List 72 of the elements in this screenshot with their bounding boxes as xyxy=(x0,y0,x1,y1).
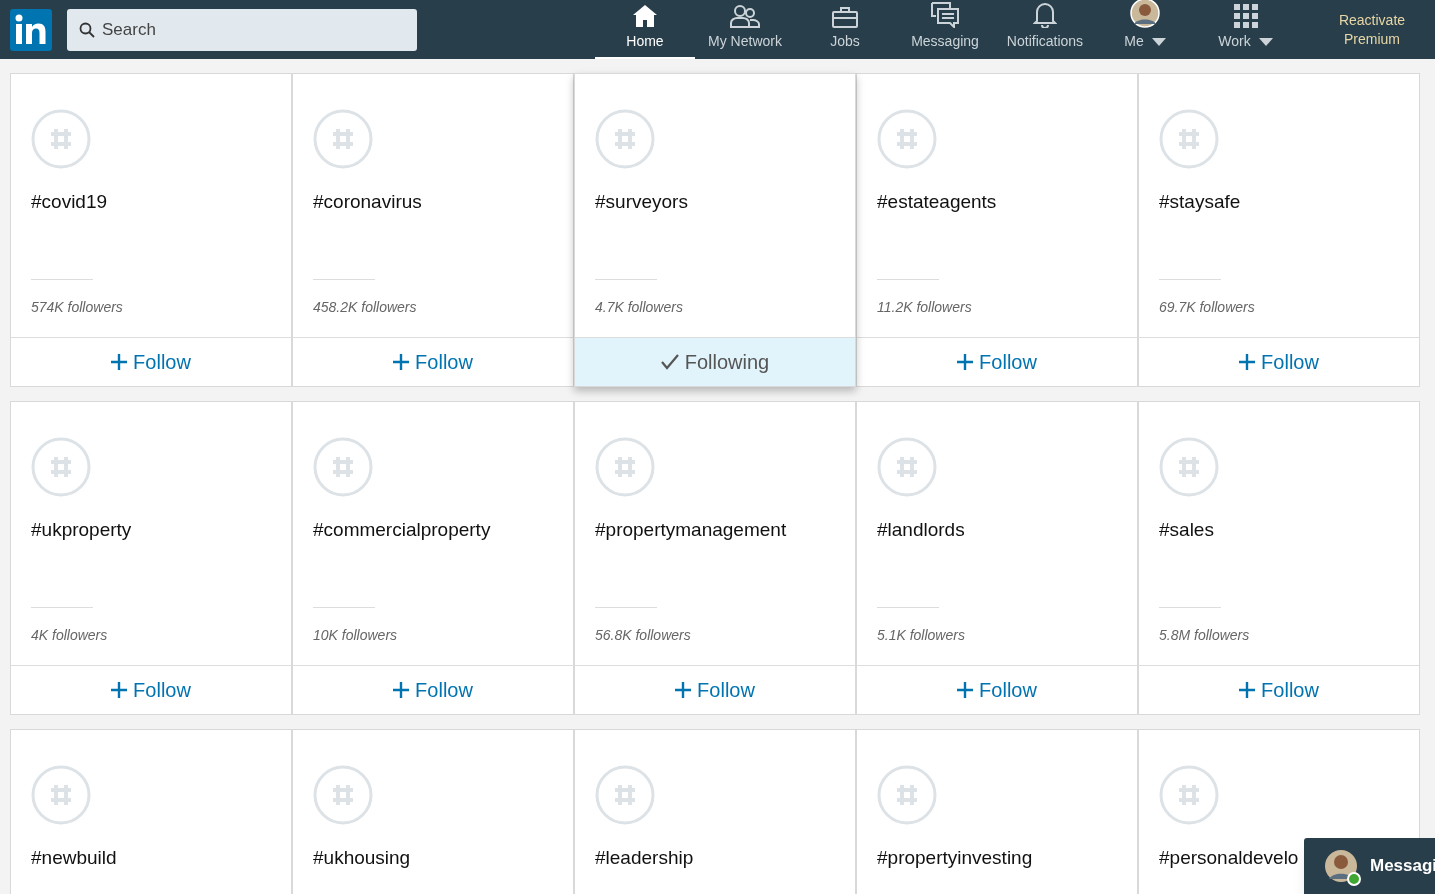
messaging-bar[interactable]: Messagi xyxy=(1304,838,1435,894)
follower-count: 5.8M followers xyxy=(1159,625,1250,645)
follower-count: 458.2K followers xyxy=(313,297,417,317)
search-icon xyxy=(79,21,95,38)
nav-tab[interactable]: Messaging xyxy=(895,0,995,59)
plus-icon xyxy=(393,354,410,370)
plus-icon xyxy=(1239,354,1256,370)
follower-count: 4K followers xyxy=(31,625,108,645)
hashtag-title[interactable]: #personaldevelo xyxy=(1159,844,1299,873)
hashtag-icon xyxy=(31,109,91,169)
hashtag-icon xyxy=(595,765,655,825)
hashtag-title[interactable]: #sales xyxy=(1159,516,1214,545)
avatar-icon xyxy=(1130,0,1160,28)
hashtag-icon xyxy=(1159,109,1219,169)
messaging-label: Messagi xyxy=(1370,855,1435,878)
people-icon xyxy=(730,4,760,28)
nav-tab[interactable]: Home xyxy=(595,0,695,59)
plus-icon xyxy=(111,354,128,370)
briefcase-icon xyxy=(832,6,858,28)
reactivate-premium-link[interactable]: Reactivate Premium xyxy=(1317,10,1427,49)
hashtag-title[interactable]: #staysafe xyxy=(1159,188,1241,217)
follower-count: 56.8K followers xyxy=(595,625,691,645)
search-field[interactable]: Search xyxy=(67,8,417,51)
plus-icon xyxy=(957,354,974,370)
hashtag-icon xyxy=(595,437,655,497)
hashtag-title[interactable]: #leadership xyxy=(595,844,694,873)
nav-tab[interactable]: Me xyxy=(1095,0,1195,59)
hashtag-icon xyxy=(877,109,937,169)
hashtag-icon xyxy=(1159,437,1219,497)
nav-tab[interactable]: Jobs xyxy=(795,0,895,59)
avatar-icon xyxy=(1324,849,1358,883)
hashtag-title[interactable]: #coronavirus xyxy=(313,188,422,217)
plus-icon xyxy=(1239,682,1256,698)
follower-count: 4.7K followers xyxy=(595,297,683,317)
plus-icon xyxy=(393,682,410,698)
nav-tab[interactable]: Notifications xyxy=(995,0,1095,59)
hashtag-icon xyxy=(595,109,655,169)
chat-icon xyxy=(931,2,959,28)
hashtag-title[interactable]: #propertyinvesting xyxy=(877,844,1033,873)
hashtag-title[interactable]: #commercialproperty xyxy=(313,516,491,545)
hashtag-title[interactable]: #ukhousing xyxy=(313,844,411,873)
hashtag-icon xyxy=(1159,765,1219,825)
nav-tab[interactable]: My Network xyxy=(695,0,795,59)
check-icon xyxy=(660,354,679,370)
follower-count: 574K followers xyxy=(31,297,123,317)
hashtag-title[interactable]: #landlords xyxy=(877,516,965,545)
hashtag-title[interactable]: #propertymanagement xyxy=(595,516,787,545)
bell-icon xyxy=(1033,2,1057,28)
hashtag-icon xyxy=(31,437,91,497)
apps-grid-icon xyxy=(1233,4,1258,28)
follower-count: 11.2K followers xyxy=(877,297,972,317)
hashtag-title[interactable]: #estateagents xyxy=(877,188,997,217)
plus-icon xyxy=(675,682,692,698)
hashtag-title[interactable]: #newbuild xyxy=(31,844,117,873)
hashtag-icon xyxy=(877,765,937,825)
follower-count: 10K followers xyxy=(313,625,398,645)
home-icon xyxy=(632,4,658,28)
follower-count: 69.7K followers xyxy=(1159,297,1255,317)
hashtag-icon xyxy=(877,437,937,497)
plus-icon xyxy=(111,682,128,698)
nav-tab[interactable]: Work xyxy=(1195,0,1295,59)
hashtag-icon xyxy=(313,109,373,169)
plus-icon xyxy=(957,682,974,698)
follower-count: 5.1K followers xyxy=(877,625,965,645)
hashtag-icon xyxy=(313,765,373,825)
hashtag-icon xyxy=(31,765,91,825)
hashtag-title[interactable]: #covid19 xyxy=(31,188,108,217)
following-button[interactable]: Following xyxy=(575,337,855,386)
hashtag-title[interactable]: #ukproperty xyxy=(31,516,132,545)
hashtag-title[interactable]: #surveyors xyxy=(595,188,688,217)
logo-icon[interactable] xyxy=(10,8,52,51)
hashtag-icon xyxy=(313,437,373,497)
